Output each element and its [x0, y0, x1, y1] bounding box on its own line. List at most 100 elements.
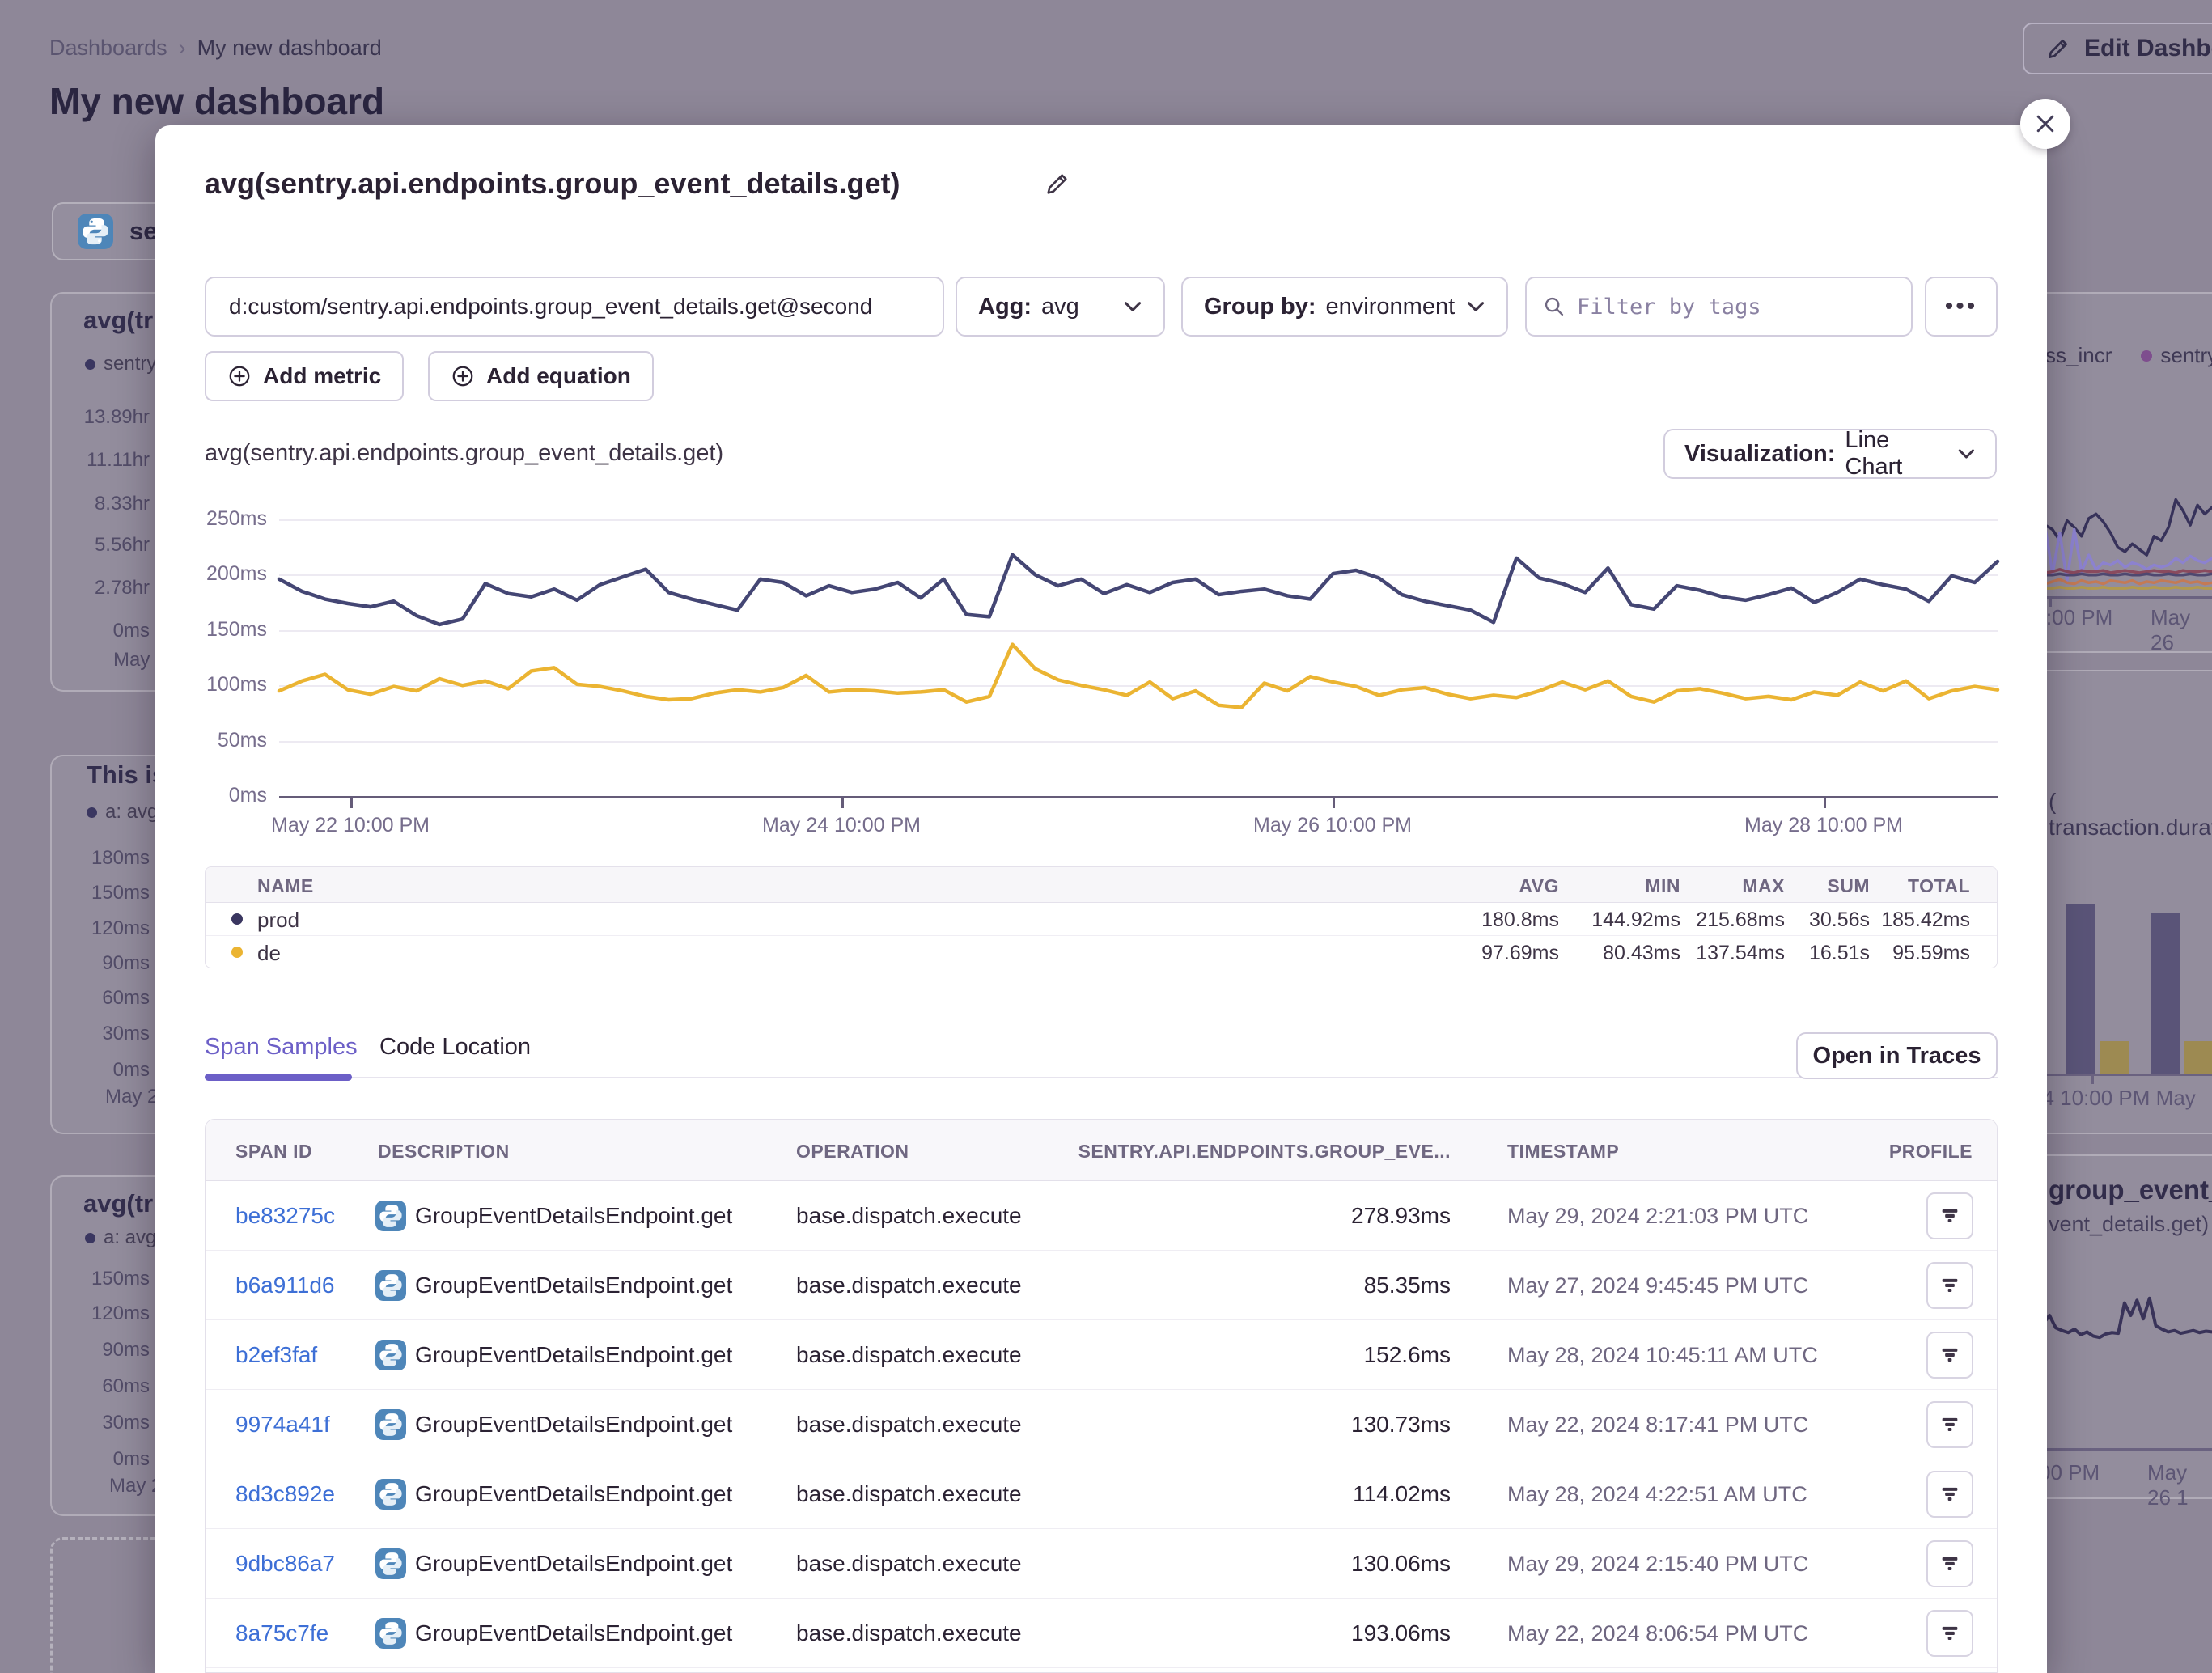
- sample-row: 9dbc86a7 GroupEventDetailsEndpoint.get b…: [206, 1529, 1997, 1599]
- close-button[interactable]: [2020, 99, 2070, 149]
- profile-button[interactable]: [1926, 1610, 1973, 1657]
- samples-header-profile[interactable]: PROFILE: [1889, 1141, 1973, 1163]
- bg-y-label: 0ms: [53, 620, 150, 642]
- legend-dot: [87, 807, 97, 818]
- sample-row: b6a911d6 GroupEventDetailsEndpoint.get b…: [206, 1251, 1997, 1320]
- bg-y-label: 150ms: [53, 1268, 150, 1290]
- profile-button[interactable]: [1926, 1332, 1973, 1379]
- breadcrumb-separator: ›: [179, 36, 186, 60]
- summary-row-de[interactable]: de 97.69ms 80.43ms 137.54ms 16.51s 95.59…: [206, 935, 1997, 968]
- summary-header[interactable]: MAX: [1742, 875, 1785, 897]
- bg-bar: [2184, 1041, 2212, 1074]
- python-icon: [375, 1479, 406, 1510]
- summary-header[interactable]: TOTAL: [1908, 875, 1970, 897]
- add-metric-label: Add metric: [263, 363, 381, 389]
- groupby-select[interactable]: Group by:environment: [1181, 277, 1508, 337]
- profile-button[interactable]: [1926, 1471, 1973, 1518]
- bg-y-label: 8.33hr: [53, 493, 150, 515]
- span-samples-table: SPAN ID DESCRIPTION OPERATION SENTRY.API…: [205, 1119, 1998, 1673]
- samples-header-description[interactable]: DESCRIPTION: [378, 1141, 510, 1163]
- series-total: 95.59ms: [1824, 942, 1970, 965]
- close-icon: [2033, 112, 2057, 136]
- bg-bar: [2100, 1041, 2129, 1074]
- span-timestamp: May 22, 2024 8:17:41 PM UTC: [1507, 1413, 1808, 1438]
- series-dot: [231, 913, 243, 925]
- bg-y-label: 60ms: [53, 987, 150, 1010]
- span-timestamp: May 22, 2024 8:06:54 PM UTC: [1507, 1621, 1808, 1646]
- span-id-link[interactable]: 8a75c7fe: [235, 1620, 328, 1646]
- profile-icon: [1939, 1205, 1961, 1227]
- bg-x-label: May 2: [105, 1086, 158, 1108]
- span-id-link[interactable]: be83275c: [235, 1203, 335, 1229]
- profile-button[interactable]: [1926, 1192, 1973, 1239]
- span-duration: 130.73ms: [1351, 1412, 1451, 1438]
- bg-x-axis: [2047, 1448, 2212, 1451]
- profile-button[interactable]: [1926, 1401, 1973, 1448]
- bg-legend-text: ss_incr: [2045, 343, 2112, 368]
- span-id-link[interactable]: 9974a41f: [235, 1412, 330, 1438]
- bg-x-axis: [2045, 596, 2212, 599]
- span-operation: base.dispatch.execute: [796, 1342, 1022, 1368]
- span-id-link[interactable]: b2ef3faf: [235, 1342, 317, 1368]
- tab-span-samples[interactable]: Span Samples: [205, 1034, 358, 1061]
- edit-dashboard-button[interactable]: Edit Dashboard: [2023, 23, 2212, 74]
- span-operation: base.dispatch.execute: [796, 1620, 1022, 1646]
- bg-line-chart: [2031, 1288, 2212, 1357]
- agg-select[interactable]: Agg:avg: [956, 277, 1165, 337]
- summary-header[interactable]: SUM: [1827, 875, 1870, 897]
- summary-header-row: NAME AVG MIN MAX SUM TOTAL: [206, 867, 1997, 903]
- span-id-link[interactable]: 8d3c892e: [235, 1481, 335, 1507]
- modal-title: avg(sentry.api.endpoints.group_event_det…: [205, 167, 900, 201]
- metric-line-chart[interactable]: [279, 486, 1998, 796]
- edit-title-button[interactable]: [1044, 170, 1071, 197]
- span-id-link[interactable]: 9dbc86a7: [235, 1551, 335, 1577]
- summary-row-prod[interactable]: prod 180.8ms 144.92ms 215.68ms 30.56s 18…: [206, 903, 1997, 935]
- bg-widget-title: This is: [87, 760, 166, 790]
- profile-icon: [1939, 1483, 1961, 1506]
- metric-query-input[interactable]: [205, 277, 944, 337]
- breadcrumb-dashboards-link[interactable]: Dashboards: [49, 36, 167, 60]
- open-in-traces-button[interactable]: Open in Traces: [1796, 1032, 1998, 1079]
- python-icon: [375, 1270, 406, 1301]
- tab-code-location[interactable]: Code Location: [379, 1034, 531, 1061]
- bg-y-label: 90ms: [53, 952, 150, 975]
- profile-button[interactable]: [1926, 1262, 1973, 1309]
- visualization-select[interactable]: Visualization: Line Chart: [1663, 429, 1997, 479]
- chevron-down-icon: [1957, 444, 1976, 464]
- profile-icon: [1939, 1622, 1961, 1645]
- summary-header: NAME: [257, 875, 314, 897]
- sample-row: 8d3c892e GroupEventDetailsEndpoint.get b…: [206, 1459, 1997, 1529]
- profile-button[interactable]: [1926, 1540, 1973, 1587]
- series-total: 185.42ms: [1824, 909, 1970, 932]
- bg-y-label: 120ms: [53, 917, 150, 940]
- span-description: GroupEventDetailsEndpoint.get: [415, 1273, 732, 1298]
- add-metric-button[interactable]: Add metric: [205, 351, 404, 401]
- breadcrumb-current: My new dashboard: [197, 36, 382, 60]
- samples-header-timestamp[interactable]: TIMESTAMP: [1507, 1141, 1619, 1163]
- sample-row: b2ef3faf GroupEventDetailsEndpoint.get b…: [206, 1320, 1997, 1390]
- python-icon: [375, 1618, 406, 1649]
- samples-header-metric[interactable]: SENTRY.API.ENDPOINTS.GROUP_EVE...: [1078, 1141, 1451, 1163]
- span-duration: 193.06ms: [1351, 1620, 1451, 1646]
- bg-widget-title: avg(tr: [83, 306, 153, 335]
- summary-header[interactable]: AVG: [1519, 875, 1559, 897]
- profile-icon: [1939, 1552, 1961, 1575]
- python-icon: [375, 1409, 406, 1440]
- summary-header[interactable]: MIN: [1645, 875, 1680, 897]
- span-duration: 85.35ms: [1364, 1273, 1451, 1298]
- span-id-link[interactable]: b6a911d6: [235, 1273, 335, 1298]
- span-duration: 278.93ms: [1351, 1203, 1451, 1229]
- bg-widget-title: group_event_: [2049, 1175, 2212, 1205]
- bg-y-label: 5.56hr: [53, 534, 150, 557]
- bg-line-chart: [2031, 483, 2212, 594]
- bg-legend-text: sentry.t: [2160, 343, 2212, 368]
- tag-filter-input[interactable]: [1577, 294, 1895, 320]
- python-icon: [375, 1340, 406, 1370]
- query-overflow-button[interactable]: •••: [1925, 277, 1998, 337]
- profile-icon: [1939, 1274, 1961, 1297]
- add-equation-button[interactable]: Add equation: [428, 351, 654, 401]
- samples-header-span-id[interactable]: SPAN ID: [235, 1141, 312, 1163]
- groupby-value: environment: [1326, 294, 1456, 320]
- samples-header-operation[interactable]: OPERATION: [796, 1141, 909, 1163]
- span-operation: base.dispatch.execute: [796, 1203, 1022, 1229]
